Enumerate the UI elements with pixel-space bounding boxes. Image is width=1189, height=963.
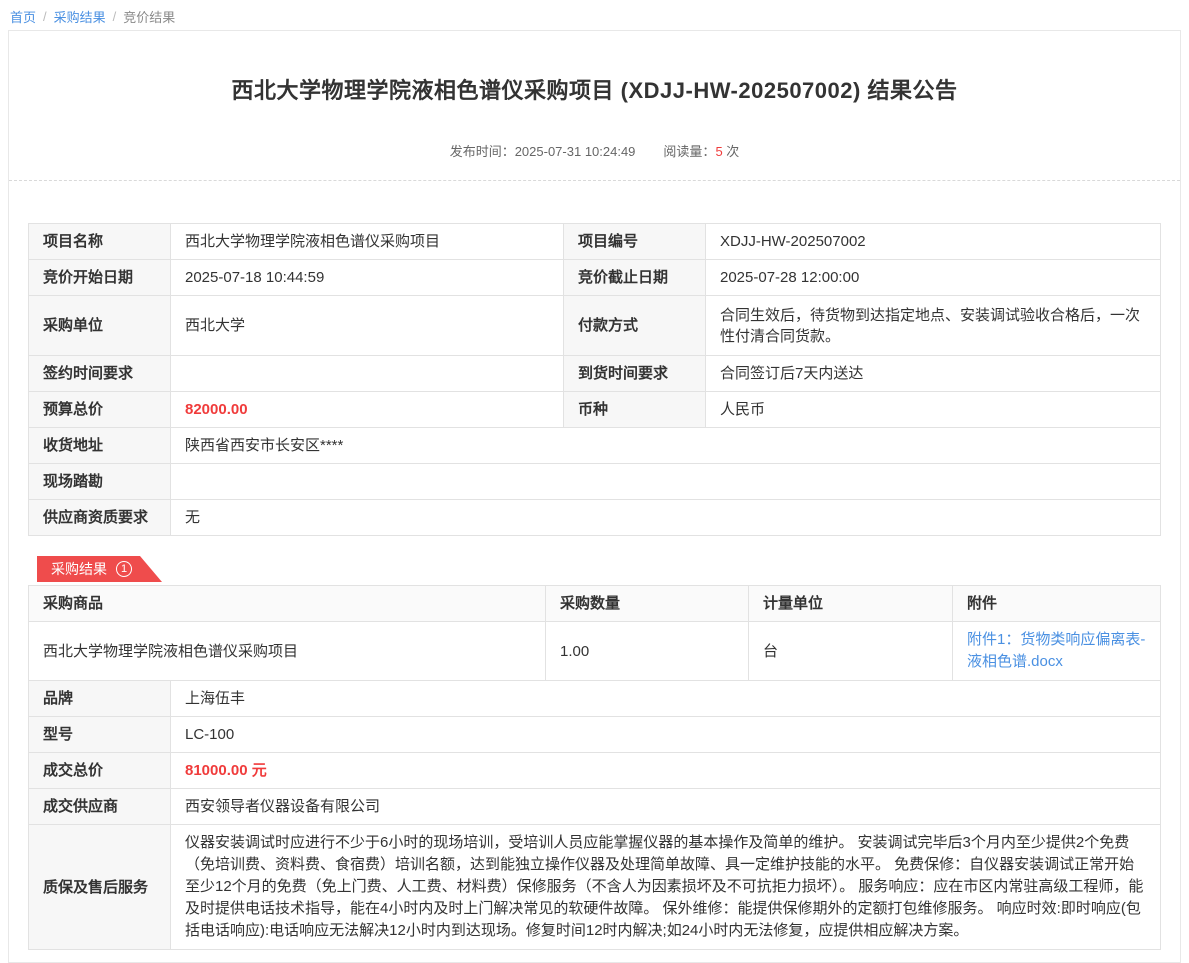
table-row: 品牌 上海伍丰 xyxy=(29,681,1161,717)
field-value: 合同签订后7天内送达 xyxy=(706,356,1161,392)
field-label: 竞价开始日期 xyxy=(29,260,171,296)
field-value xyxy=(171,356,564,392)
publish-meta: 发布时间：2025-07-31 10:24:49 阅读量：5 次 xyxy=(9,141,1180,160)
field-label: 收货地址 xyxy=(29,428,171,464)
views-unit: 次 xyxy=(726,144,739,159)
table-row: 供应商资质要求 无 xyxy=(29,500,1161,536)
field-label: 品牌 xyxy=(29,681,171,717)
breadcrumb-current: 竞价结果 xyxy=(123,7,175,26)
field-value: LC-100 xyxy=(171,717,1161,753)
deal-price-value: 81000.00 元 xyxy=(171,753,1161,789)
result-ribbon-label: 采购结果 xyxy=(51,559,107,579)
column-header: 计量单位 xyxy=(749,586,953,622)
attachment-link[interactable]: 附件1：货物类响应偏离表-液相色谱.docx xyxy=(967,629,1146,673)
field-value: 西北大学物理学院液相色谱仪采购项目 xyxy=(171,224,564,260)
field-label: 预算总价 xyxy=(29,392,171,428)
views-count: 5 xyxy=(715,144,722,159)
service-terms-value: 仪器安装调试时应进行不少于6小时的现场培训，受培训人员应能掌握仪器的基本操作及简… xyxy=(171,825,1161,950)
breadcrumb-separator: / xyxy=(43,9,47,24)
table-row: 收货地址 陕西省西安市长安区**** xyxy=(29,428,1161,464)
budget-total-value: 82000.00 xyxy=(171,392,564,428)
table-row: 预算总价 82000.00 币种 人民币 xyxy=(29,392,1161,428)
field-value: 西安领导者仪器设备有限公司 xyxy=(171,789,1161,825)
publish-time-value: 2025-07-31 10:24:49 xyxy=(515,144,636,159)
table-row: 质保及售后服务 仪器安装调试时应进行不少于6小时的现场培训，受培训人员应能掌握仪… xyxy=(29,825,1161,950)
project-info-table: 项目名称 西北大学物理学院液相色谱仪采购项目 项目编号 XDJJ-HW-2025… xyxy=(28,223,1161,536)
table-row: 签约时间要求 到货时间要求 合同签订后7天内送达 xyxy=(29,356,1161,392)
breadcrumb: 首页 / 采购结果 / 竞价结果 xyxy=(0,0,1189,26)
table-row: 竞价开始日期 2025-07-18 10:44:59 竞价截止日期 2025-0… xyxy=(29,260,1161,296)
product-quantity: 1.00 xyxy=(546,622,749,681)
field-label: 项目名称 xyxy=(29,224,171,260)
field-label: 付款方式 xyxy=(564,296,706,356)
field-label: 采购单位 xyxy=(29,296,171,356)
table-row: 成交总价 81000.00 元 xyxy=(29,753,1161,789)
field-value xyxy=(171,464,1161,500)
field-value: 2025-07-18 10:44:59 xyxy=(171,260,564,296)
field-value: XDJJ-HW-202507002 xyxy=(706,224,1161,260)
result-count-badge: 1 xyxy=(116,561,132,577)
field-label: 币种 xyxy=(564,392,706,428)
field-label: 项目编号 xyxy=(564,224,706,260)
product-unit: 台 xyxy=(749,622,953,681)
table-row: 型号 LC-100 xyxy=(29,717,1161,753)
breadcrumb-separator: / xyxy=(113,9,117,24)
divider xyxy=(9,180,1180,181)
field-label: 签约时间要求 xyxy=(29,356,171,392)
field-value: 陕西省西安市长安区**** xyxy=(171,428,1161,464)
field-label: 质保及售后服务 xyxy=(29,825,171,950)
field-value: 西北大学 xyxy=(171,296,564,356)
result-section-header: 采购结果 1 xyxy=(37,556,1180,582)
table-row: 项目名称 西北大学物理学院液相色谱仪采购项目 项目编号 XDJJ-HW-2025… xyxy=(29,224,1161,260)
field-label: 成交总价 xyxy=(29,753,171,789)
field-value: 合同生效后，待货物到达指定地点、安装调试验收合格后，一次性付清合同货款。 xyxy=(706,296,1161,356)
table-header-row: 采购商品 采购数量 计量单位 附件 xyxy=(29,586,1161,622)
table-row: 现场踏勘 xyxy=(29,464,1161,500)
announcement-card: 西北大学物理学院液相色谱仪采购项目 (XDJJ-HW-202507002) 结果… xyxy=(8,30,1181,963)
result-ribbon: 采购结果 1 xyxy=(37,556,162,582)
column-header: 附件 xyxy=(953,586,1161,622)
field-label: 到货时间要求 xyxy=(564,356,706,392)
product-attachment-cell: 附件1：货物类响应偏离表-液相色谱.docx xyxy=(953,622,1161,681)
table-row: 采购单位 西北大学 付款方式 合同生效后，待货物到达指定地点、安装调试验收合格后… xyxy=(29,296,1161,356)
column-header: 采购商品 xyxy=(29,586,546,622)
page-title: 西北大学物理学院液相色谱仪采购项目 (XDJJ-HW-202507002) 结果… xyxy=(9,73,1180,105)
publish-time-label: 发布时间： xyxy=(450,144,515,159)
breadcrumb-home-link[interactable]: 首页 xyxy=(10,7,36,26)
field-value: 2025-07-28 12:00:00 xyxy=(706,260,1161,296)
field-label: 竞价截止日期 xyxy=(564,260,706,296)
field-label: 型号 xyxy=(29,717,171,753)
field-value: 上海伍丰 xyxy=(171,681,1161,717)
table-row: 成交供应商 西安领导者仪器设备有限公司 xyxy=(29,789,1161,825)
field-value: 人民币 xyxy=(706,392,1161,428)
product-row: 西北大学物理学院液相色谱仪采购项目 1.00 台 附件1：货物类响应偏离表-液相… xyxy=(29,622,1161,681)
breadcrumb-results-link[interactable]: 采购结果 xyxy=(54,7,106,26)
field-label: 现场踏勘 xyxy=(29,464,171,500)
field-label: 供应商资质要求 xyxy=(29,500,171,536)
result-detail-table: 品牌 上海伍丰 型号 LC-100 成交总价 81000.00 元 成交供应商 … xyxy=(28,680,1161,950)
field-value: 无 xyxy=(171,500,1161,536)
views-label: 阅读量： xyxy=(663,144,715,159)
column-header: 采购数量 xyxy=(546,586,749,622)
result-product-table: 采购商品 采购数量 计量单位 附件 西北大学物理学院液相色谱仪采购项目 1.00… xyxy=(28,585,1161,681)
product-name: 西北大学物理学院液相色谱仪采购项目 xyxy=(29,622,546,681)
field-label: 成交供应商 xyxy=(29,789,171,825)
